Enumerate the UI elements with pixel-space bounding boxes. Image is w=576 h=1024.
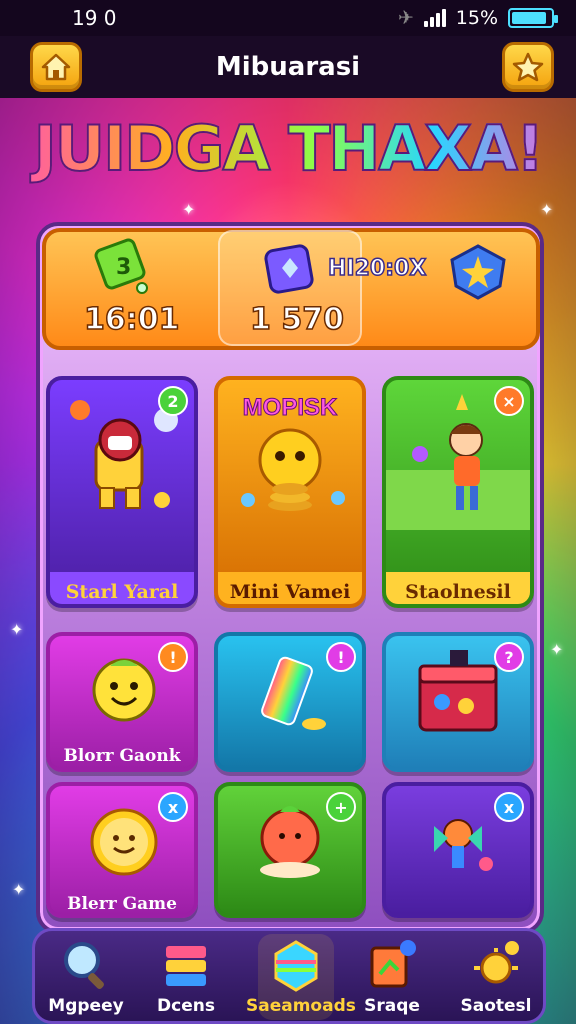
card-label: Blorr Gaonk xyxy=(63,746,181,766)
score-label: HI20:0X xyxy=(327,255,427,282)
status-bar: 19 0 ✈ 15% xyxy=(0,0,576,36)
card-badge[interactable]: × xyxy=(494,386,524,416)
banner-title: JUIDGA THAXA! xyxy=(0,111,576,186)
rainbow-box-icon xyxy=(268,938,324,992)
status-indicators: ✈ 15% xyxy=(397,7,558,29)
nav-label: Mgpeey xyxy=(48,996,124,1016)
game-card[interactable]: + xyxy=(214,782,366,918)
nav-item[interactable]: Saotesl xyxy=(446,934,546,1022)
sun-icon xyxy=(468,938,524,992)
card-badge[interactable]: x xyxy=(158,792,188,822)
battery-level xyxy=(512,12,547,24)
card-label: Mini Vamei xyxy=(218,572,362,604)
card-top-title: MOPISK xyxy=(242,394,338,422)
nav-label: Sraqe xyxy=(364,996,420,1016)
status-time: 19 0 xyxy=(72,6,117,30)
stack-icon xyxy=(158,938,214,992)
svg-text:3: 3 xyxy=(116,255,131,280)
nav-item[interactable]: Mgpeey xyxy=(36,934,136,1022)
game-card[interactable]: Starl Yaral 2 xyxy=(46,376,198,608)
nav-item[interactable]: Sraqe xyxy=(342,934,442,1022)
sparkle-icon: ✦ xyxy=(550,640,564,659)
battery-icon xyxy=(508,8,558,28)
game-card[interactable]: ! xyxy=(214,632,366,772)
sparkle-icon: ✦ xyxy=(10,620,24,639)
coins-value: 1 570 xyxy=(249,301,344,338)
card-badge[interactable]: x xyxy=(494,792,524,822)
star-icon xyxy=(512,52,544,82)
game-card[interactable]: ? xyxy=(382,632,534,772)
game-card[interactable]: Blerr Game x xyxy=(46,782,198,918)
card-badge[interactable]: ? xyxy=(494,642,524,672)
purple-gem-icon xyxy=(264,244,314,294)
nav-item[interactable]: Saeamoads xyxy=(246,934,356,1022)
nav-item[interactable]: Dcens xyxy=(136,934,236,1022)
sparkle-icon: ✦ xyxy=(540,200,554,219)
game-card[interactable]: x xyxy=(382,782,534,918)
card-badge[interactable]: + xyxy=(326,792,356,822)
nav-label: Saotesl xyxy=(460,996,532,1016)
nav-label: Dcens xyxy=(157,996,215,1016)
card-label: Blerr Game xyxy=(67,894,177,914)
airplane-icon: ✈ xyxy=(397,7,414,29)
favorites-button[interactable] xyxy=(502,42,554,92)
battery-percent: 15% xyxy=(455,7,498,29)
signal-icon xyxy=(423,9,446,27)
game-card[interactable]: Blorr Gaonk! xyxy=(46,632,198,772)
home-button[interactable] xyxy=(30,42,82,92)
green-gem-icon: 3 xyxy=(94,238,148,294)
magnifier-icon xyxy=(58,938,114,992)
shield-star-icon xyxy=(450,244,506,300)
card-badge[interactable]: ! xyxy=(158,642,188,672)
flag-board-icon xyxy=(364,938,420,992)
sparkle-icon: ✦ xyxy=(182,200,196,219)
sparkle-icon: ✦ xyxy=(12,880,26,899)
nav-label: Saeamoads xyxy=(246,996,356,1016)
card-label: Staolnesil xyxy=(386,572,530,604)
timer-value: 16:01 xyxy=(83,301,180,338)
card-badge[interactable]: 2 xyxy=(158,386,188,416)
card-label: Starl Yaral xyxy=(50,572,194,604)
game-card[interactable]: Staolnesil × xyxy=(382,376,534,608)
home-icon xyxy=(41,53,71,81)
game-card[interactable]: MOPISK Mini Vamei xyxy=(214,376,366,608)
app-header: Mibuarasi xyxy=(0,36,576,98)
page-title: Mibuarasi xyxy=(215,52,361,82)
card-badge[interactable]: ! xyxy=(326,642,356,672)
